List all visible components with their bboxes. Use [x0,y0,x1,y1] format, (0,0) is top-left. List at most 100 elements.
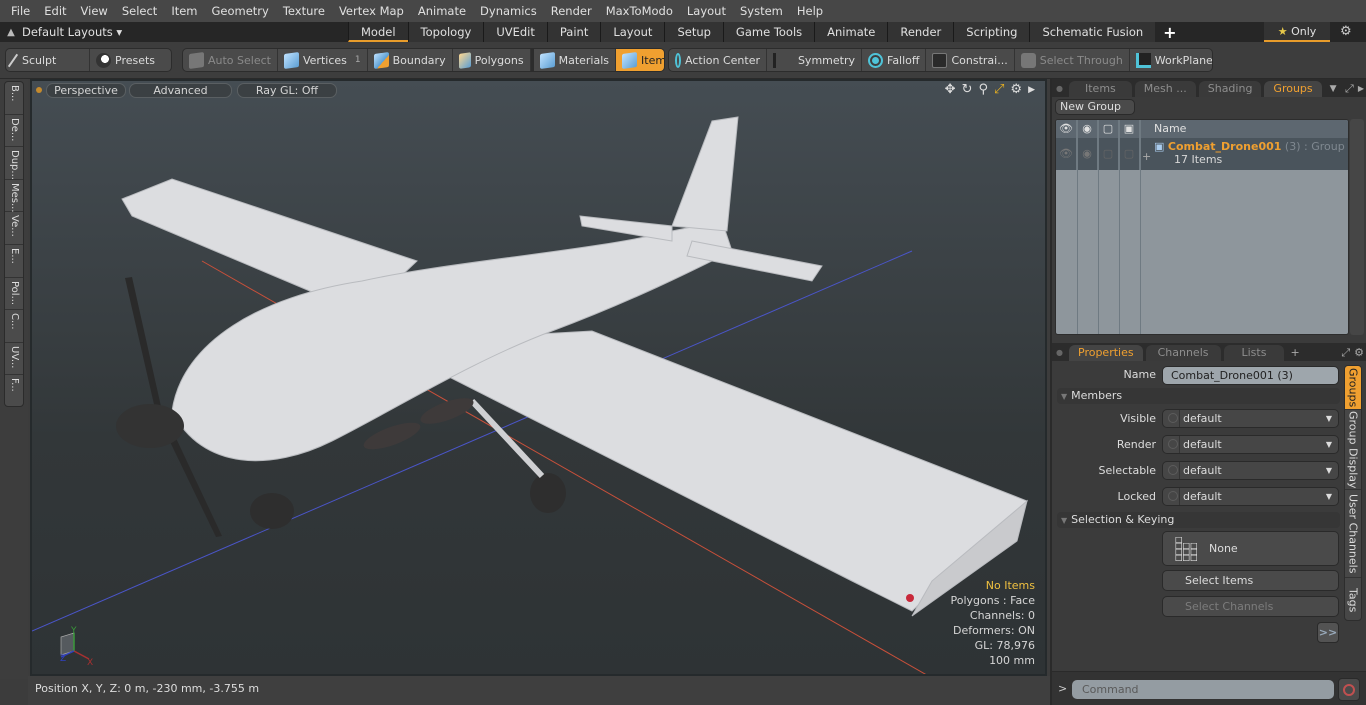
left-tab-duplicate[interactable]: Dup... [5,147,23,180]
shading-dropdown[interactable]: Advanced [129,83,232,98]
tab-setup[interactable]: Setup [664,22,723,42]
add-tab-button[interactable]: + [1155,23,1184,42]
perspective-dropdown[interactable]: Perspective [46,83,126,98]
menu-animate[interactable]: Animate [411,4,473,18]
side-tab-user-channels[interactable]: User Channels [1345,490,1361,578]
side-tab-groups[interactable]: Groups [1345,366,1361,410]
side-tab-group-display[interactable]: Group Display [1345,410,1361,490]
gear-icon[interactable]: ⚙ [1340,22,1352,42]
pan-icon[interactable]: ✥ [945,82,956,99]
left-tab-polygon[interactable]: Pol... [5,278,23,311]
expand-icon[interactable]: ⤢ [1345,81,1354,97]
menu-select[interactable]: Select [115,4,164,18]
left-tab-fusion[interactable]: F... [5,375,23,408]
tab-lists[interactable]: Lists [1223,345,1285,361]
select-items-button[interactable]: Select Items [1162,570,1339,591]
tab-layout[interactable]: Layout [600,22,665,42]
tab-items[interactable]: Items [1069,81,1132,97]
selectable-dropdown[interactable]: default ▼ [1162,461,1339,480]
select-col-icon[interactable]: ▢ [1098,120,1119,138]
new-group-button[interactable]: New Group [1055,99,1135,115]
panel-more-icon[interactable]: ▶ [1358,81,1364,97]
auto-select-button[interactable]: Auto Select [183,49,278,71]
items-button[interactable]: Items5 [616,49,664,71]
left-tab-basic[interactable]: B... [5,82,23,115]
materials-button[interactable]: Materials [530,49,617,71]
collapse-up-icon[interactable]: ▲ [0,27,22,38]
select-through-button[interactable]: Select Through [1015,49,1130,71]
selection-keying-section[interactable]: ▼ Selection & Keying [1057,512,1340,528]
tab-shading[interactable]: Shading [1198,81,1262,97]
left-tab-curve[interactable]: C... [5,310,23,343]
render-col-icon[interactable]: ◉ [1077,120,1098,138]
menu-maxtomodo[interactable]: MaxToModo [599,4,680,18]
menu-render[interactable]: Render [544,4,599,18]
menu-item[interactable]: Item [164,4,204,18]
left-tab-vertex[interactable]: Ve... [5,212,23,245]
layout-dropdown[interactable]: Default Layouts ▾ [22,25,322,39]
tab-uvedit[interactable]: UVEdit [483,22,547,42]
tab-animate[interactable]: Animate [814,22,888,42]
viewport-status-dot[interactable] [36,87,42,93]
vertices-button[interactable]: Vertices 1 [278,49,368,71]
only-toggle[interactable]: ★ Only [1264,22,1330,42]
tab-schematic-fusion[interactable]: Schematic Fusion [1029,22,1156,42]
falloff-button[interactable]: Falloff [862,49,927,71]
tab-topology[interactable]: Topology [407,22,484,42]
tab-channels[interactable]: Channels [1145,345,1221,361]
presets-button[interactable]: Presets [90,49,161,71]
lock-col-icon[interactable]: ▣ [1119,120,1140,138]
menu-system[interactable]: System [733,4,790,18]
menu-edit[interactable]: Edit [37,4,73,18]
tab-model[interactable]: Model [348,22,408,42]
expand-plus-icon[interactable]: + [1142,150,1151,163]
viewport-gear-icon[interactable]: ⚙ [1010,82,1022,99]
panel-gear-icon[interactable]: ⚙ [1354,345,1364,361]
command-input[interactable]: Command [1072,680,1334,699]
name-column-header[interactable]: Name [1140,120,1186,138]
render-dropdown[interactable]: default ▼ [1162,435,1339,454]
tab-scripting[interactable]: Scripting [953,22,1030,42]
rotate-icon[interactable]: ↻ [962,82,973,99]
menu-file[interactable]: File [4,4,37,18]
menu-layout[interactable]: Layout [680,4,733,18]
side-tab-tags[interactable]: Tags [1345,578,1361,620]
action-center-button[interactable]: Action Center [669,49,767,71]
menu-view[interactable]: View [74,4,115,18]
left-tab-mesh-edit[interactable]: Mes... [5,180,23,213]
keying-mode-button[interactable]: □ □□□ □□□ □□□ None [1162,531,1339,566]
more-button[interactable]: >> [1317,622,1339,643]
members-section[interactable]: ▼ Members [1057,388,1340,404]
menu-dynamics[interactable]: Dynamics [473,4,544,18]
symmetry-button[interactable]: Symmetry [767,49,862,71]
group-row[interactable]: 👁 ◉ ▢ ▢ + ▣ Combat_Drone001 (3) : Group … [1056,138,1348,170]
3d-viewport[interactable]: Y X Z Perspective Advanced Ray GL: Off ✥… [30,79,1047,676]
left-tab-deform[interactable]: De... [5,115,23,148]
sculpt-button[interactable]: Sculpt [6,49,90,71]
viewport-more-icon[interactable]: ▶ [1028,82,1035,99]
workplane-button[interactable]: WorkPlane [1130,49,1212,71]
menu-texture[interactable]: Texture [276,4,332,18]
select-channels-button[interactable]: Select Channels [1162,596,1339,617]
row-select-toggle[interactable]: ▢ [1098,138,1119,170]
menu-geometry[interactable]: Geometry [205,4,276,18]
menu-vertex-map[interactable]: Vertex Map [332,4,411,18]
tabs-dropdown-icon[interactable]: ▼ [1330,81,1337,97]
tab-game-tools[interactable]: Game Tools [722,22,815,42]
tab-properties[interactable]: Properties [1069,345,1143,361]
row-visibility-icon[interactable]: 👁 [1056,138,1077,170]
add-panel-tab-button[interactable]: + [1290,345,1299,361]
polygons-button[interactable]: Polygons [453,49,531,71]
fit-icon[interactable]: ⤢ [994,82,1004,99]
record-button[interactable] [1338,678,1360,701]
visible-dropdown[interactable]: default ▼ [1162,409,1339,428]
visibility-col-icon[interactable]: 👁 [1056,120,1077,138]
locked-dropdown[interactable]: default ▼ [1162,487,1339,506]
raygl-toggle[interactable]: Ray GL: Off [237,83,337,98]
groups-list[interactable]: 👁 ◉ ▢ ▣ Name 👁 ◉ ▢ ▢ + ▣ Combat_Drone001… [1055,119,1349,335]
tab-paint[interactable]: Paint [546,22,601,42]
left-tab-uv[interactable]: UV... [5,343,23,376]
tab-groups[interactable]: Groups [1264,81,1322,97]
tab-mesh[interactable]: Mesh ... [1134,81,1196,97]
name-field[interactable]: Combat_Drone001 (3) [1162,366,1339,385]
